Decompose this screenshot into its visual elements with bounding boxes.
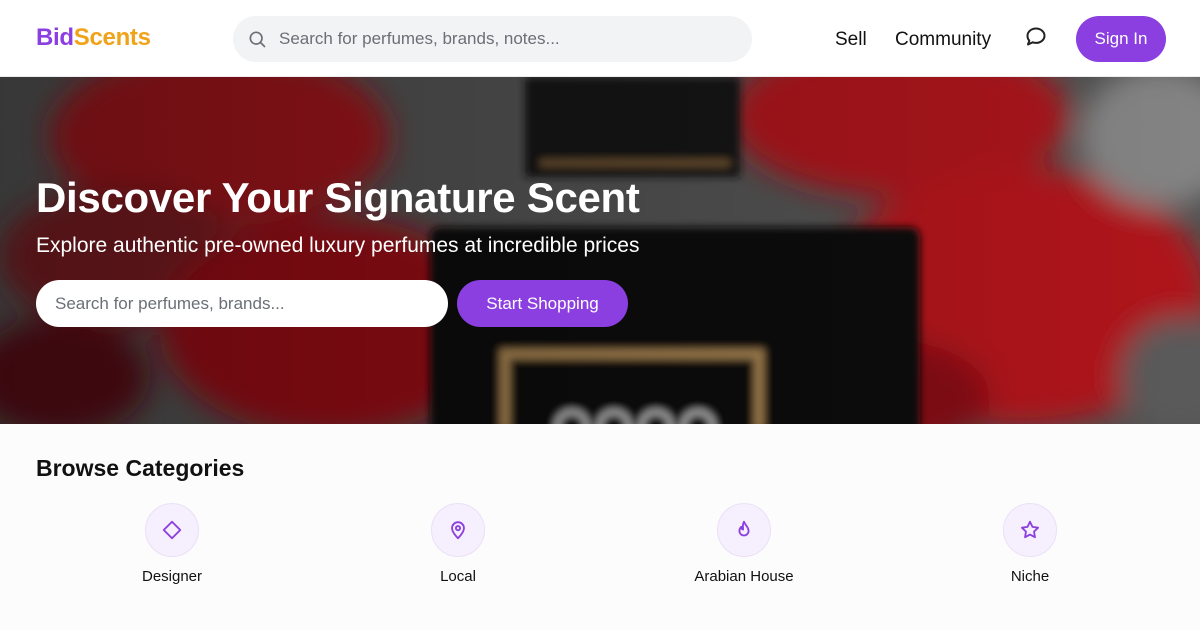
- flame-icon: [738, 520, 750, 537]
- category-niche[interactable]: Niche: [930, 503, 1130, 585]
- category-icon-circle: [717, 503, 771, 557]
- category-icon-circle: [1003, 503, 1057, 557]
- start-shopping-button[interactable]: Start Shopping: [457, 280, 628, 327]
- header-search-bar[interactable]: [233, 16, 752, 62]
- nav-sell-link[interactable]: Sell: [835, 29, 867, 51]
- logo-part-scents: Scents: [73, 24, 151, 51]
- map-pin-icon: [451, 521, 465, 540]
- category-icon-circle: [145, 503, 199, 557]
- category-local[interactable]: Local: [358, 503, 558, 585]
- hero-title: Discover Your Signature Scent: [36, 174, 640, 221]
- hero-search-input[interactable]: [36, 280, 448, 327]
- category-label: Local: [440, 568, 476, 585]
- browse-categories-section: Browse Categories Designer Local Arabian…: [0, 424, 1200, 630]
- hero-banner: Discover Your Signature Scent Explore au…: [0, 77, 1200, 424]
- category-designer[interactable]: Designer: [72, 503, 272, 585]
- nav-community-link[interactable]: Community: [895, 29, 991, 51]
- logo[interactable]: BidScents: [36, 24, 151, 52]
- search-icon: [249, 31, 266, 48]
- category-label: Designer: [141, 568, 203, 585]
- category-label: Niche: [1010, 568, 1050, 585]
- sign-in-button[interactable]: Sign In: [1076, 16, 1166, 62]
- header-search-input[interactable]: [279, 29, 719, 49]
- hero-subtitle: Explore authentic pre-owned luxury perfu…: [36, 234, 640, 257]
- category-icon-circle: [431, 503, 485, 557]
- section-title: Browse Categories: [36, 455, 245, 481]
- star-icon: [1021, 520, 1039, 539]
- diamond-icon: [162, 520, 182, 540]
- site-header: BidScents Sell Community Sign In: [0, 0, 1200, 77]
- category-arabian-house[interactable]: Arabian House: [644, 503, 844, 585]
- category-label: Arabian House: [694, 568, 794, 585]
- logo-part-bid: Bid: [36, 24, 74, 51]
- chat-bubble-icon[interactable]: [1024, 25, 1048, 49]
